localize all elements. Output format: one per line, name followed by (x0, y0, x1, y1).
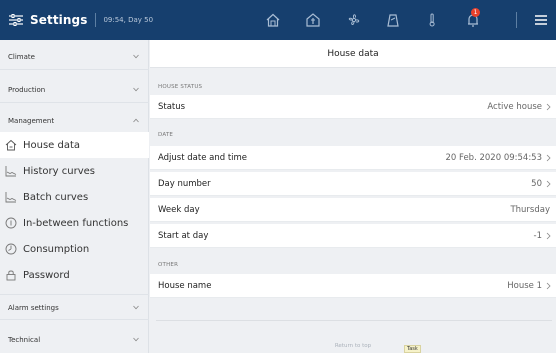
setting-row-adjust-date-time[interactable]: Adjust date and time 20 Feb. 2020 09:54:… (150, 146, 556, 170)
sidebar-item-label: History curves (23, 165, 95, 177)
main-panel: House data HOUSE STATUS Status Active ho… (150, 40, 556, 353)
scale-icon[interactable] (385, 12, 401, 28)
chevron-down-icon (133, 337, 139, 342)
page-title: Settings (30, 13, 88, 27)
setting-value: Thursday (510, 205, 550, 215)
sidebar-section-alarm-settings[interactable]: Alarm settings (0, 294, 149, 320)
sidebar-section-management[interactable]: Management (0, 108, 149, 134)
setting-value: Active house (487, 102, 542, 112)
setting-row-week-day: Week day Thursday (150, 198, 556, 222)
section-label: Technical (8, 336, 41, 344)
setting-value: House 1 (507, 281, 542, 291)
sidebar: Climate Production Management House data… (0, 40, 149, 353)
setting-label: Adjust date and time (158, 153, 248, 163)
menu-icon[interactable] (533, 12, 549, 28)
setting-label: Start at day (158, 231, 209, 241)
chevron-right-icon (546, 282, 551, 290)
info-circle-icon (5, 217, 17, 229)
chevron-right-icon (546, 180, 551, 188)
sidebar-item-label: Password (23, 269, 70, 281)
chevron-down-icon (133, 54, 139, 59)
tooltip: Task (404, 345, 421, 353)
setting-label: Status (158, 102, 186, 112)
sidebar-item-batch-curves[interactable]: Batch curves (0, 184, 149, 210)
house-icon (5, 139, 17, 151)
panel-header: House data (150, 40, 556, 68)
chevron-up-icon (133, 118, 139, 123)
setting-value: 20 Feb. 2020 09:54:53 (445, 153, 542, 163)
divider (516, 12, 517, 28)
sidebar-item-in-between-functions[interactable]: In-between functions (0, 210, 149, 236)
chevron-down-icon (133, 305, 139, 310)
top-bar: Settings 09:54, Day 50 1 (0, 0, 556, 40)
chevron-right-icon (546, 154, 551, 162)
sidebar-section-technical[interactable]: Technical (0, 327, 149, 353)
house-outline-icon[interactable] (265, 12, 281, 28)
house-status-icon[interactable] (305, 12, 321, 28)
setting-label: House name (158, 281, 212, 291)
chevron-right-icon (546, 232, 551, 240)
section-label: Production (8, 86, 46, 94)
divider (156, 320, 552, 321)
setting-label: Week day (158, 205, 200, 215)
setting-row-start-at-day[interactable]: Start at day -1 (150, 224, 556, 248)
return-to-top-link[interactable]: Return to top (150, 343, 556, 349)
sidebar-item-label: Batch curves (23, 191, 89, 203)
lock-icon (6, 270, 16, 281)
group-label-date: DATE (158, 132, 174, 138)
thermometer-icon[interactable] (424, 12, 440, 28)
chart-icon (5, 166, 17, 177)
sliders-icon (9, 14, 23, 26)
sidebar-item-password[interactable]: Password (0, 262, 149, 288)
setting-row-house-name[interactable]: House name House 1 (150, 274, 556, 298)
alarm-count-badge: 1 (471, 8, 480, 17)
sidebar-item-consumption[interactable]: Consumption (0, 236, 149, 262)
section-label: Management (8, 117, 55, 125)
sidebar-item-label: House data (23, 139, 81, 151)
setting-row-status[interactable]: Status Active house (150, 95, 556, 119)
fan-icon[interactable] (346, 12, 362, 28)
setting-value: -1 (533, 231, 542, 241)
section-label: Climate (8, 53, 35, 61)
setting-row-day-number[interactable]: Day number 50 (150, 172, 556, 196)
gauge-icon (5, 243, 17, 255)
sidebar-item-house-data[interactable]: House data (0, 132, 149, 158)
settings-header[interactable]: Settings 09:54, Day 50 (9, 0, 153, 40)
panel-title: House data (327, 49, 379, 59)
divider (95, 13, 97, 27)
sidebar-item-history-curves[interactable]: History curves (0, 158, 149, 184)
sidebar-item-label: Consumption (23, 243, 90, 255)
section-label: Alarm settings (8, 304, 59, 312)
setting-label: Day number (158, 179, 211, 189)
group-label-house-status: HOUSE STATUS (158, 84, 203, 90)
sidebar-item-label: In-between functions (23, 217, 129, 229)
chart-icon (5, 192, 17, 203)
group-label-other: OTHER (158, 262, 179, 268)
time-day-label: 09:54, Day 50 (103, 16, 154, 24)
sidebar-section-climate[interactable]: Climate (0, 44, 149, 70)
sidebar-section-production[interactable]: Production (0, 77, 149, 103)
chevron-right-icon (546, 103, 551, 111)
chevron-down-icon (133, 87, 139, 92)
setting-value: 50 (531, 179, 542, 189)
